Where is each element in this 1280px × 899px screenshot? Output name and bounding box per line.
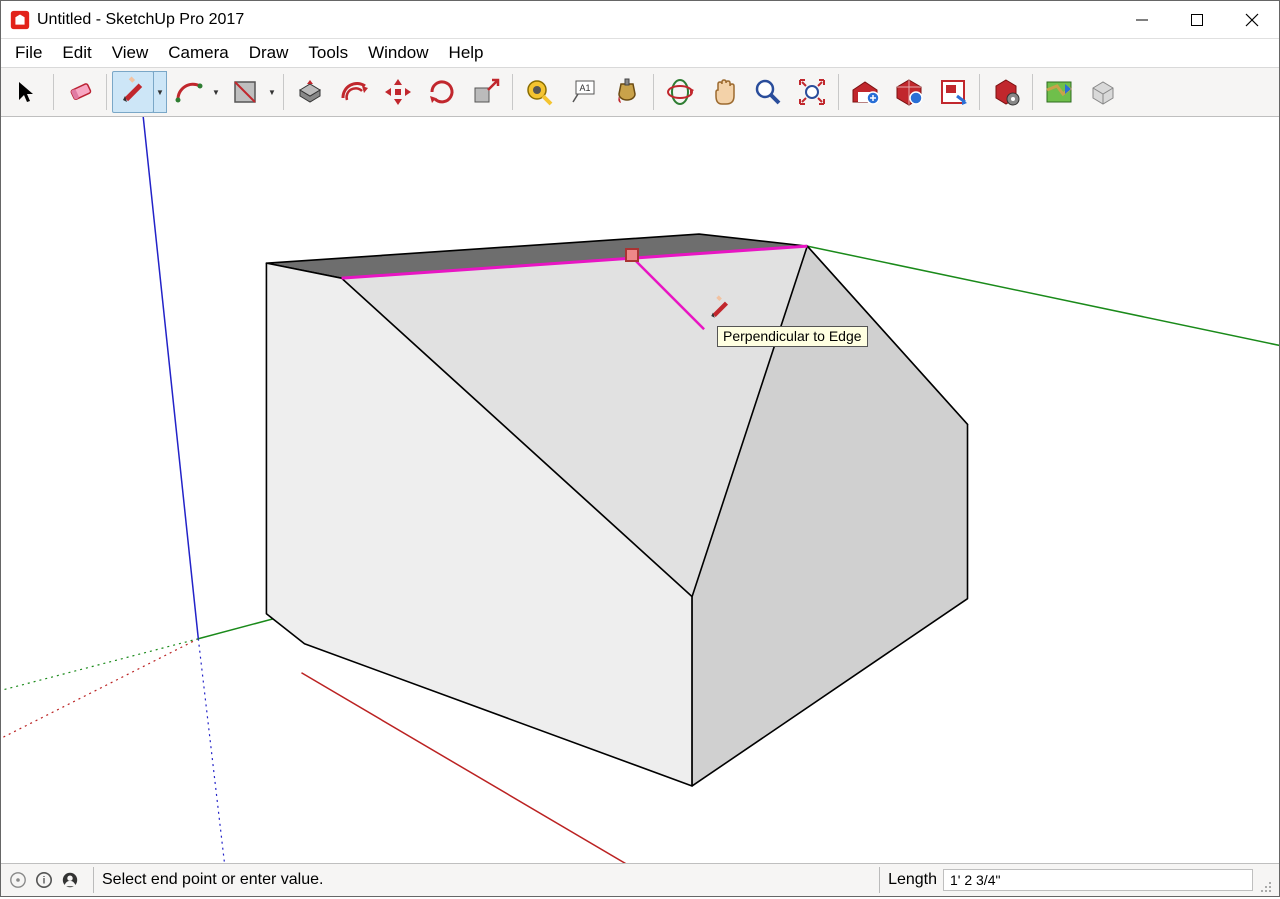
toolbar: ▼ ▼ ▼ A1 xyxy=(1,67,1279,117)
ext-warehouse-button[interactable] xyxy=(888,71,930,113)
maximize-button[interactable] xyxy=(1169,1,1224,38)
profile-icon[interactable] xyxy=(59,869,81,891)
shape-tool-dropdown[interactable]: ▼ xyxy=(265,71,279,113)
toolbar-separator xyxy=(653,74,654,110)
minimize-button[interactable] xyxy=(1114,1,1169,38)
scene-svg xyxy=(1,117,1279,863)
title-bar: Untitled - SketchUp Pro 2017 xyxy=(1,1,1279,39)
zoom-extents-tool[interactable] xyxy=(791,71,833,113)
toolbar-separator xyxy=(53,74,54,110)
eraser-tool[interactable] xyxy=(59,71,101,113)
menu-tools[interactable]: Tools xyxy=(298,41,358,65)
paint-tool[interactable] xyxy=(606,71,648,113)
line-tool-dropdown[interactable]: ▼ xyxy=(153,71,167,113)
viewport[interactable]: Perpendicular to Edge xyxy=(1,117,1279,864)
arc-tool[interactable] xyxy=(168,71,210,113)
status-hint: Select end point or enter value. xyxy=(102,871,871,889)
window-controls xyxy=(1114,1,1279,38)
pencil-cursor-icon xyxy=(706,295,734,326)
menu-camera[interactable]: Camera xyxy=(158,41,238,65)
window-title: Untitled - SketchUp Pro 2017 xyxy=(37,11,1114,29)
zoom-tool[interactable] xyxy=(747,71,789,113)
offset-tool[interactable] xyxy=(333,71,375,113)
rotate-tool[interactable] xyxy=(421,71,463,113)
shape-tool-group: ▼ xyxy=(223,71,279,113)
scale-tool[interactable] xyxy=(465,71,507,113)
text-tool[interactable]: A1 xyxy=(562,71,604,113)
credits-icon[interactable]: i xyxy=(33,869,55,891)
arc-tool-group: ▼ xyxy=(167,71,223,113)
pan-tool[interactable] xyxy=(703,71,745,113)
status-separator xyxy=(93,867,94,893)
menu-file[interactable]: File xyxy=(5,41,52,65)
warehouse-button[interactable] xyxy=(844,71,886,113)
orbit-tool[interactable] xyxy=(659,71,701,113)
menu-view[interactable]: View xyxy=(102,41,159,65)
layout-button[interactable] xyxy=(932,71,974,113)
menu-draw[interactable]: Draw xyxy=(239,41,299,65)
pushpull-tool[interactable] xyxy=(289,71,331,113)
toolbar-separator xyxy=(838,74,839,110)
ext-manager-button[interactable] xyxy=(985,71,1027,113)
shape-tool[interactable] xyxy=(224,71,266,113)
line-tool-group: ▼ xyxy=(111,71,167,113)
add-location-button[interactable] xyxy=(1038,71,1080,113)
inference-tooltip: Perpendicular to Edge xyxy=(717,326,868,347)
line-tool[interactable] xyxy=(112,71,154,113)
length-label: Length xyxy=(888,871,937,889)
length-input[interactable]: 1' 2 3/4" xyxy=(943,869,1253,891)
status-separator xyxy=(879,867,880,893)
length-value: 1' 2 3/4" xyxy=(950,872,1000,888)
select-tool[interactable] xyxy=(6,71,48,113)
toolbar-separator xyxy=(979,74,980,110)
menu-help[interactable]: Help xyxy=(439,41,494,65)
move-tool[interactable] xyxy=(377,71,419,113)
resize-grip[interactable] xyxy=(1257,878,1273,894)
tape-tool[interactable] xyxy=(518,71,560,113)
close-button[interactable] xyxy=(1224,1,1279,38)
toolbar-separator xyxy=(106,74,107,110)
menu-edit[interactable]: Edit xyxy=(52,41,101,65)
tooltip-text: Perpendicular to Edge xyxy=(723,328,862,344)
inference-point xyxy=(625,248,639,262)
geolocation-icon[interactable] xyxy=(7,869,29,891)
toolbar-separator xyxy=(283,74,284,110)
svg-text:A1: A1 xyxy=(579,83,590,93)
toolbar-separator xyxy=(512,74,513,110)
arc-tool-dropdown[interactable]: ▼ xyxy=(209,71,223,113)
svg-text:i: i xyxy=(43,876,46,887)
menu-window[interactable]: Window xyxy=(358,41,438,65)
app-icon xyxy=(9,9,31,31)
status-bar: i Select end point or enter value. Lengt… xyxy=(1,864,1279,896)
menu-bar: File Edit View Camera Draw Tools Window … xyxy=(1,39,1279,67)
xray-button[interactable] xyxy=(1082,71,1124,113)
toolbar-separator xyxy=(1032,74,1033,110)
